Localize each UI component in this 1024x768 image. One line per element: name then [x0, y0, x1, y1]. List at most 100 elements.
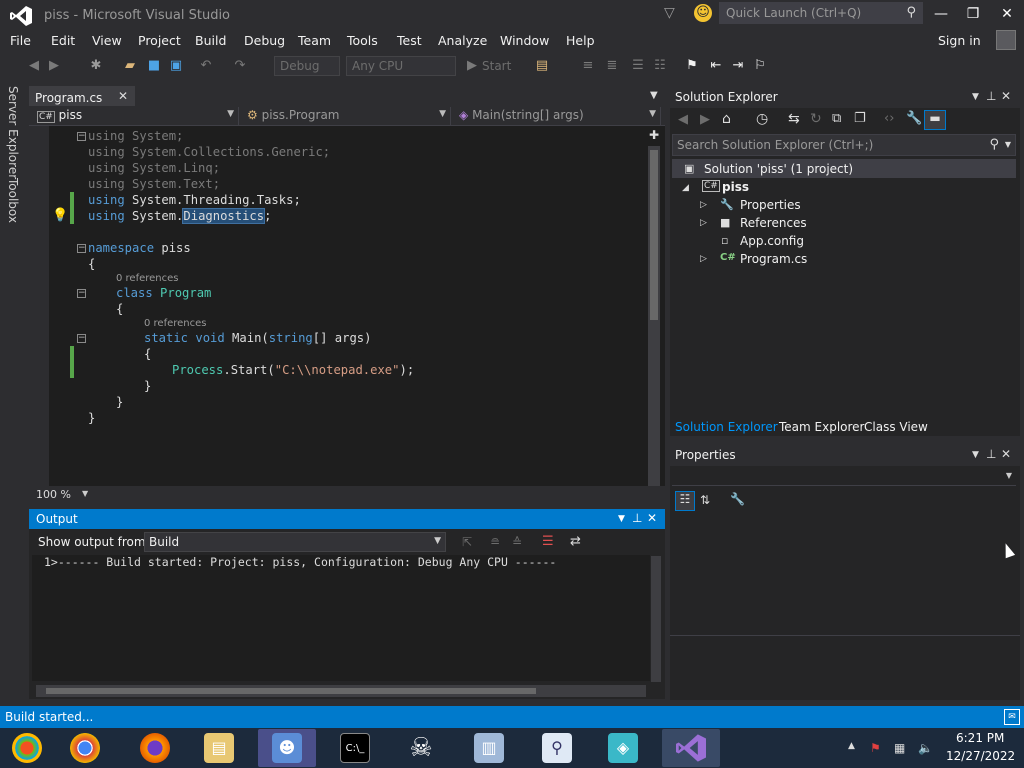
new-project-icon[interactable]: ✱ — [88, 58, 104, 74]
next-bookmark-icon[interactable]: ⇥ — [730, 58, 746, 74]
find-message-icon[interactable]: ⇱ — [462, 535, 472, 549]
menu-project[interactable]: Project — [138, 33, 181, 48]
tree-item-program-cs[interactable]: Program.cs — [740, 252, 807, 266]
resource-monitor-icon[interactable]: ▥ — [474, 733, 504, 763]
collapse-icon[interactable]: − — [77, 289, 86, 298]
notifications-filter-icon[interactable]: ▽ — [664, 5, 678, 21]
output-source-select[interactable]: Build ▼ — [144, 532, 446, 552]
menu-tools[interactable]: Tools — [347, 33, 378, 48]
word-wrap-icon[interactable]: ⇄ — [570, 534, 581, 549]
output-scroll-thumb[interactable] — [46, 688, 536, 694]
firefox-icon[interactable] — [140, 733, 170, 763]
menu-debug[interactable]: Debug — [244, 33, 285, 48]
volume-icon[interactable]: 🔈 — [918, 741, 933, 755]
home-icon[interactable]: ⌂ — [722, 111, 731, 127]
account-icon[interactable] — [996, 30, 1016, 50]
codelens-references[interactable]: 0 references — [116, 273, 179, 284]
close-window-button[interactable]: ✕ — [992, 4, 1022, 24]
uncomment-icon[interactable]: ☷ — [652, 58, 668, 74]
close-panel-icon[interactable]: ✕ — [1001, 447, 1011, 461]
property-pages-icon[interactable]: 🔧 — [730, 492, 745, 506]
collapse-all-icon[interactable]: ⧉ — [832, 111, 841, 126]
clear-bookmarks-icon[interactable]: ⚐ — [752, 58, 768, 74]
codelens-references[interactable]: 0 references — [144, 318, 207, 329]
start-icon[interactable]: ▶ — [464, 58, 480, 74]
preview-selected-icon[interactable]: ▬ — [924, 110, 946, 130]
zoom-level-select[interactable]: 100 % — [36, 488, 71, 501]
solution-platform-select[interactable]: Any CPU — [346, 56, 456, 76]
menu-test[interactable]: Test — [397, 33, 422, 48]
chrome-icon[interactable] — [70, 733, 100, 763]
collapse-icon[interactable]: − — [77, 334, 86, 343]
refresh-icon[interactable]: ↻ — [810, 111, 822, 127]
find-in-files-icon[interactable]: ▤ — [534, 58, 550, 74]
network-app-icon[interactable]: ◈ — [608, 733, 638, 763]
indent-icon[interactable]: ≣ — [604, 58, 620, 74]
pin-icon[interactable]: ⊥ — [986, 447, 996, 461]
output-text-area[interactable] — [32, 555, 650, 681]
command-prompt-icon[interactable]: C:\_ — [340, 733, 370, 763]
skull-app-icon[interactable]: ☠ — [406, 733, 436, 763]
show-hidden-icons-icon[interactable]: ▲ — [848, 741, 855, 751]
previous-message-icon[interactable]: ≘ — [490, 535, 500, 549]
alphabetical-icon[interactable]: ⇅ — [700, 493, 710, 507]
close-panel-icon[interactable]: ✕ — [647, 511, 657, 525]
pin-icon[interactable]: ⊥ — [632, 511, 642, 525]
undo-icon[interactable]: ↶ — [198, 58, 214, 74]
clear-all-icon[interactable]: ☰ — [542, 534, 554, 549]
tab-team-explorer[interactable]: Team Explorer — [779, 420, 865, 434]
minimize-button[interactable]: — — [926, 4, 956, 24]
pin-icon[interactable]: ⊥ — [986, 89, 996, 103]
properties-object-select[interactable]: ▼ — [672, 468, 1016, 486]
categorized-icon[interactable]: ☷ — [675, 491, 695, 511]
feedback-smiley-icon[interactable]: ☺ — [694, 4, 712, 22]
solution-explorer-search[interactable]: Search Solution Explorer (Ctrl+;) ⚲ ▼ — [672, 134, 1016, 156]
properties-wrench-icon[interactable]: 🔧 — [906, 111, 922, 126]
output-vertical-scrollbar[interactable] — [651, 556, 661, 682]
menu-help[interactable]: Help — [566, 33, 595, 48]
class-combo[interactable]: ⚙ piss.Program ▼ — [243, 107, 451, 125]
panel-menu-icon[interactable]: ▼ — [618, 514, 625, 524]
comment-icon[interactable]: ☰ — [630, 58, 646, 74]
collapse-icon[interactable]: − — [77, 244, 86, 253]
sign-in-link[interactable]: Sign in — [938, 33, 981, 48]
close-panel-icon[interactable]: ✕ — [1001, 89, 1011, 103]
notifications-icon[interactable]: ✉ — [1004, 709, 1020, 725]
menu-analyze[interactable]: Analyze — [438, 33, 487, 48]
panel-menu-icon[interactable]: ▼ — [972, 450, 979, 460]
redo-icon[interactable]: ↷ — [232, 58, 248, 74]
editor-scroll-thumb[interactable] — [650, 150, 658, 320]
users-app-icon[interactable]: ☻ — [272, 733, 302, 763]
server-explorer-tab[interactable]: Server Explorer — [6, 86, 20, 179]
menu-view[interactable]: View — [92, 33, 122, 48]
properties-grid[interactable] — [670, 516, 1020, 636]
panel-menu-icon[interactable]: ▼ — [972, 92, 979, 102]
tree-item-properties[interactable]: Properties — [740, 198, 801, 212]
pending-changes-icon[interactable]: ◷ — [756, 111, 768, 127]
collapsed-arrow-icon[interactable]: ▷ — [700, 200, 707, 210]
show-all-files-icon[interactable]: ❐ — [854, 111, 866, 126]
menu-window[interactable]: Window — [500, 33, 549, 48]
forward-icon[interactable]: ▶ — [700, 112, 710, 127]
collapsed-arrow-icon[interactable]: ▷ — [700, 254, 707, 264]
tab-class-view[interactable]: Class View — [864, 420, 928, 434]
member-combo[interactable]: ◈ Main(string[] args) ▼ — [455, 107, 661, 125]
save-all-icon[interactable]: ▣ — [168, 58, 184, 74]
clock-date[interactable]: 12/27/2022 — [946, 749, 1015, 763]
start-orb-icon[interactable] — [12, 733, 42, 763]
open-file-icon[interactable]: ▰ — [122, 58, 138, 74]
clock-time[interactable]: 6:21 PM — [956, 731, 1004, 745]
tab-solution-explorer[interactable]: Solution Explorer — [675, 420, 778, 434]
tree-item-references[interactable]: References — [740, 216, 807, 230]
navigate-forward-icon[interactable]: ▶ — [46, 58, 62, 74]
file-explorer-icon[interactable]: ▤ — [204, 733, 234, 763]
format-icon[interactable]: ≡ — [580, 58, 596, 74]
lightbulb-icon[interactable]: 💡 — [52, 208, 68, 223]
solution-configuration-select[interactable]: Debug — [274, 56, 340, 76]
start-button[interactable]: Start — [482, 59, 511, 73]
menu-build[interactable]: Build — [195, 33, 226, 48]
save-icon[interactable]: ■ — [146, 58, 162, 74]
project-combo[interactable]: C# piss ▼ — [33, 107, 239, 125]
bookmark-icon[interactable]: ⚑ — [684, 58, 700, 74]
network-icon[interactable]: ▦ — [894, 741, 905, 755]
